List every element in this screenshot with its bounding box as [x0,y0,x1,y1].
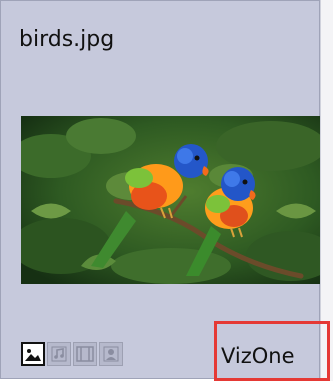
media-type-toolbar [21,342,123,366]
music-note-icon[interactable] [47,342,71,366]
asset-filename: birds.jpg [19,27,115,52]
film-icon[interactable] [73,342,97,366]
birds-thumbnail-image [21,116,324,284]
asset-thumbnail[interactable] [21,116,324,284]
image-icon[interactable] [21,342,45,366]
source-label: VizOne [221,344,295,368]
person-icon[interactable] [99,342,123,366]
